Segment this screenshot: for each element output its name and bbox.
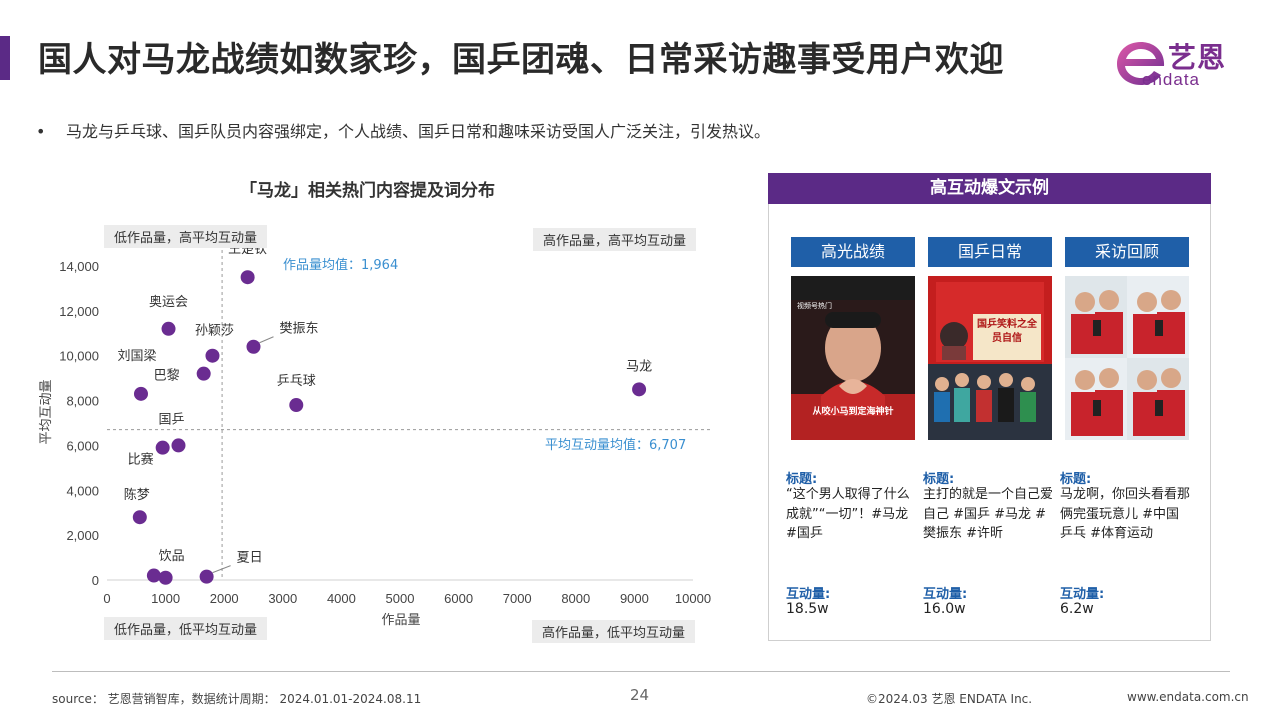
page-number: 24: [630, 686, 650, 704]
scatter-point: [146, 568, 161, 583]
thumbnail-1-caption: 从咬小马到定海神针: [812, 407, 894, 417]
y-tick-label: 12,000: [59, 304, 99, 319]
scatter-point: [155, 440, 170, 455]
point-label: 奥运会: [149, 295, 188, 310]
col1-title-text: “这个男人取得了什么成就”“一切”！#马龙 #国乒: [786, 487, 910, 541]
col2-interaction-value: 16.0w: [923, 601, 966, 617]
point-label: 孙颖莎: [195, 324, 234, 339]
scatter-point: [246, 339, 261, 354]
scatter-point: [240, 270, 255, 285]
y-tick-label: 0: [92, 573, 99, 588]
scatter-point: [132, 510, 147, 525]
y-tick-label: 8,000: [66, 394, 99, 409]
point-leader-line: [212, 565, 231, 574]
point-label: 马龙: [626, 359, 652, 374]
y-mean-label: 平均互动量均值：6,707: [545, 438, 687, 453]
scatter-point: [171, 438, 186, 453]
footer-divider: [52, 671, 1230, 672]
scatter-point: [158, 570, 173, 585]
x-axis-title: 作品量: [381, 613, 420, 628]
x-tick-label: 1000: [151, 591, 180, 606]
y-tick-label: 10,000: [59, 349, 99, 364]
point-label: 夏日: [237, 551, 263, 566]
x-tick-label: 5000: [386, 591, 415, 606]
footer-copyright: ©2024.03 艺恩 ENDATA Inc.: [866, 692, 1033, 706]
point-label: 饮品: [159, 549, 185, 564]
thumbnail-2-image: [928, 276, 1052, 440]
scatter-point: [205, 348, 220, 363]
scatter-point: [196, 366, 211, 381]
scatter-point: [133, 386, 148, 401]
endata-logo: 艺恩 endata: [1112, 36, 1244, 92]
tab-team-daily: 国乒日常: [928, 237, 1052, 267]
point-label: 樊振东: [280, 322, 319, 337]
x-tick-label: 9000: [620, 591, 649, 606]
footer-url[interactable]: www.endata.com.cn: [1127, 690, 1249, 704]
scatter-point: [161, 321, 176, 336]
x-tick-label: 4000: [327, 591, 356, 606]
x-mean-label: 作品量均值：1,964: [283, 258, 399, 273]
y-tick-label: 6,000: [66, 438, 99, 453]
y-tick-label: 14,000: [59, 259, 99, 274]
x-tick-label: 6000: [444, 591, 473, 606]
point-label: 陈梦: [124, 487, 150, 503]
footer-source: source： 艺恩营销智库，数据统计周期： 2024.01.01-2024.0…: [52, 692, 422, 706]
x-tick-label: 2000: [210, 591, 239, 606]
thumbnail-3-image: [1065, 276, 1189, 440]
x-tick-label: 3000: [268, 591, 297, 606]
tab-interview-review: 采访回顾: [1065, 237, 1189, 267]
y-axis-title: 平均互动量: [39, 379, 54, 444]
logo-en-text: endata: [1142, 70, 1200, 89]
x-tick-label: 7000: [503, 591, 532, 606]
point-label: 比赛: [128, 452, 154, 468]
col3-interaction-label: 互动量:: [1060, 587, 1105, 602]
x-tick-label: 0: [103, 591, 110, 606]
scatter-point: [632, 382, 647, 397]
col2-interaction-label: 互动量:: [923, 587, 968, 602]
thumbnail-1-tag: 视频号热门: [797, 302, 832, 310]
x-tick-label: 10000: [675, 591, 711, 606]
point-label: 巴黎: [154, 369, 180, 384]
y-tick-label: 2,000: [66, 528, 99, 543]
col1-interaction-value: 18.5w: [786, 601, 829, 617]
quadrant-top-left-label: 低作品量，高平均互动量: [104, 225, 268, 248]
video-thumbnail-2[interactable]: 国乒笑料之全员自信: [928, 276, 1052, 440]
point-label: 国乒: [158, 412, 184, 427]
col2-title-text: 主打的就是一个自己爱自己 #国乒 #马龙 #樊振东 #许昕: [923, 487, 1054, 541]
col3-title-text: 马龙啊，你回头看看那俩完蛋玩意儿 #中国乒乓 #体育运动: [1060, 487, 1191, 541]
video-thumbnail-3[interactable]: [1065, 276, 1189, 440]
video-thumbnail-1[interactable]: 视频号热门 从咬小马到定海神针: [791, 276, 915, 440]
examples-panel-header: 高互动爆文示例: [768, 173, 1211, 204]
point-leader-line: [259, 336, 274, 344]
x-tick-label: 8000: [561, 591, 590, 606]
quadrant-bottom-left-label: 低作品量，低平均互动量: [104, 617, 268, 640]
point-label: 刘国梁: [117, 349, 156, 364]
point-label: 乒乓球: [277, 374, 316, 389]
scatter-chart: 0 1000 2000 3000 4000 5000 6000 7000 8000 9000 100…: [39, 238, 712, 628]
scatter-point: [199, 569, 214, 584]
quadrant-top-right-label: 高作品量，高平均互动量: [533, 228, 697, 251]
y-tick-label: 4,000: [66, 483, 99, 498]
quadrant-bottom-right-label: 高作品量，低平均互动量: [532, 620, 696, 643]
col3-interaction-value: 6.2w: [1060, 601, 1094, 617]
scatter-point: [289, 398, 304, 413]
col1-interaction-label: 互动量:: [786, 587, 831, 602]
tab-highlight-record: 高光战绩: [791, 237, 915, 267]
thumbnail-2-caption: 国乒笑料之全员自信: [977, 319, 1037, 344]
